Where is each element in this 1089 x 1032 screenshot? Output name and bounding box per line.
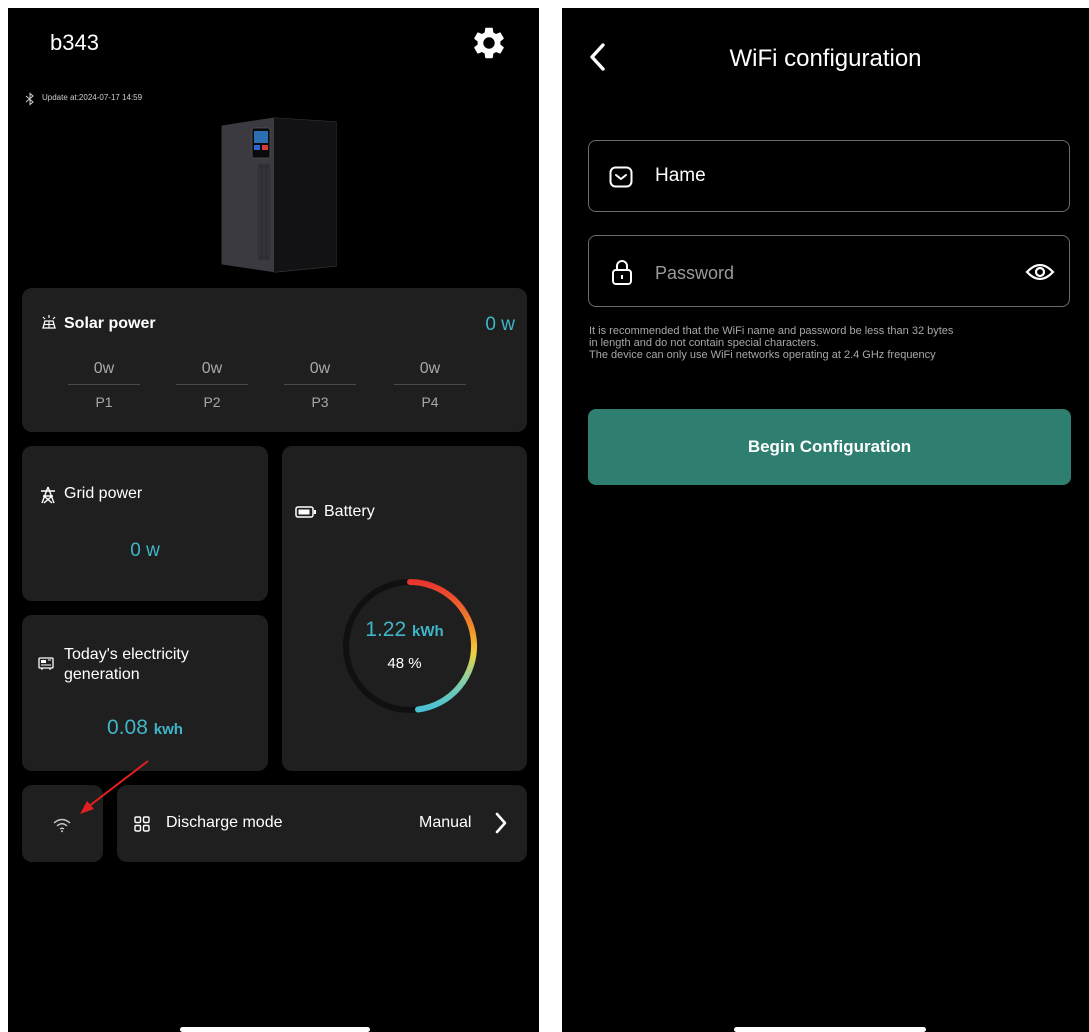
port-label-p4: P4 [421, 394, 439, 410]
password-input[interactable]: Password [655, 263, 734, 284]
lock-icon [612, 260, 632, 285]
wifi-icon [53, 818, 71, 833]
grid-power-title: Grid power [64, 485, 143, 502]
hint-line: in length and do not contain special cha… [589, 337, 819, 349]
bluetooth-icon [25, 92, 34, 106]
port-label-p3: P3 [311, 394, 329, 410]
grid-value-number: 0 [130, 540, 141, 561]
home-indicator[interactable] [734, 1027, 926, 1032]
wifi-configuration-screen: WiFi configuration Hame Password It is r… [562, 8, 1089, 1032]
discharge-mode-value: Manual [419, 814, 472, 831]
grid-power-card [22, 446, 268, 601]
solar-power-label: Solar power [64, 315, 156, 332]
solar-panel-icon [42, 315, 56, 329]
begin-configuration-button[interactable]: Begin Configuration [588, 409, 1071, 485]
battery-title: Battery [324, 503, 375, 520]
generation-card [22, 615, 268, 771]
generation-value-unit: kwh [153, 721, 183, 738]
port-label-p2: P2 [203, 394, 221, 410]
port-value-p2: 0w [201, 360, 223, 377]
wifi-name-field[interactable]: Hame [588, 140, 1070, 212]
solar-value-unit: w [501, 314, 515, 335]
battery-percent: 48 % [387, 655, 422, 672]
meter-icon [38, 657, 54, 670]
chevron-right-icon [495, 812, 507, 834]
home-indicator[interactable] [180, 1027, 370, 1032]
generation-value: 0.08 kwh [22, 716, 268, 740]
port-divider [176, 384, 248, 385]
port-divider [68, 384, 140, 385]
power-tower-icon [41, 486, 55, 504]
solar-power-title: Solar power [40, 314, 156, 333]
hint-line: The device can only use WiFi networks op… [589, 349, 936, 361]
gear-icon[interactable] [470, 24, 508, 62]
grid-power-value: 0 w [22, 540, 268, 562]
battery-energy: 1.22 kWh [282, 618, 527, 642]
port-label-p1: P1 [95, 394, 113, 410]
port-value-p3: 0w [309, 360, 331, 377]
device-name: b343 [50, 30, 99, 55]
battery-energy-number: 1.22 [365, 618, 407, 641]
port-divider [394, 384, 466, 385]
eye-icon[interactable] [1025, 262, 1055, 282]
solar-power-value: 0 w [485, 314, 515, 336]
discharge-mode-label: Discharge mode [166, 814, 283, 831]
update-timestamp: Update at:2024-07-17 14:59 [42, 93, 143, 102]
battery-level-arc [407, 579, 478, 713]
envelope-icon [609, 166, 633, 188]
wifi-name-input[interactable]: Hame [655, 165, 706, 187]
battery-level-ring [343, 579, 478, 713]
solar-value-number: 0 [485, 314, 496, 335]
generation-title: Today's electricity generation [64, 646, 189, 683]
port-divider [284, 384, 356, 385]
battery-icon [295, 506, 316, 518]
battery-energy-unit: kWh [412, 623, 444, 640]
device-image [221, 117, 337, 273]
password-field[interactable]: Password [588, 235, 1070, 307]
port-value-p1: 0w [93, 360, 115, 377]
port-value-p4: 0w [419, 360, 441, 377]
generation-value-number: 0.08 [107, 716, 148, 739]
page-title: WiFi configuration [729, 45, 922, 72]
grid-value-unit: w [146, 540, 160, 561]
wifi-hint-text: It is recommended that the WiFi name and… [589, 325, 1079, 361]
device-dashboard-screen: b343 Update at:2024-07-17 14:59 Solar po… [8, 8, 539, 1032]
grid-apps-icon [134, 816, 150, 832]
hint-line: It is recommended that the WiFi name and… [589, 325, 954, 337]
